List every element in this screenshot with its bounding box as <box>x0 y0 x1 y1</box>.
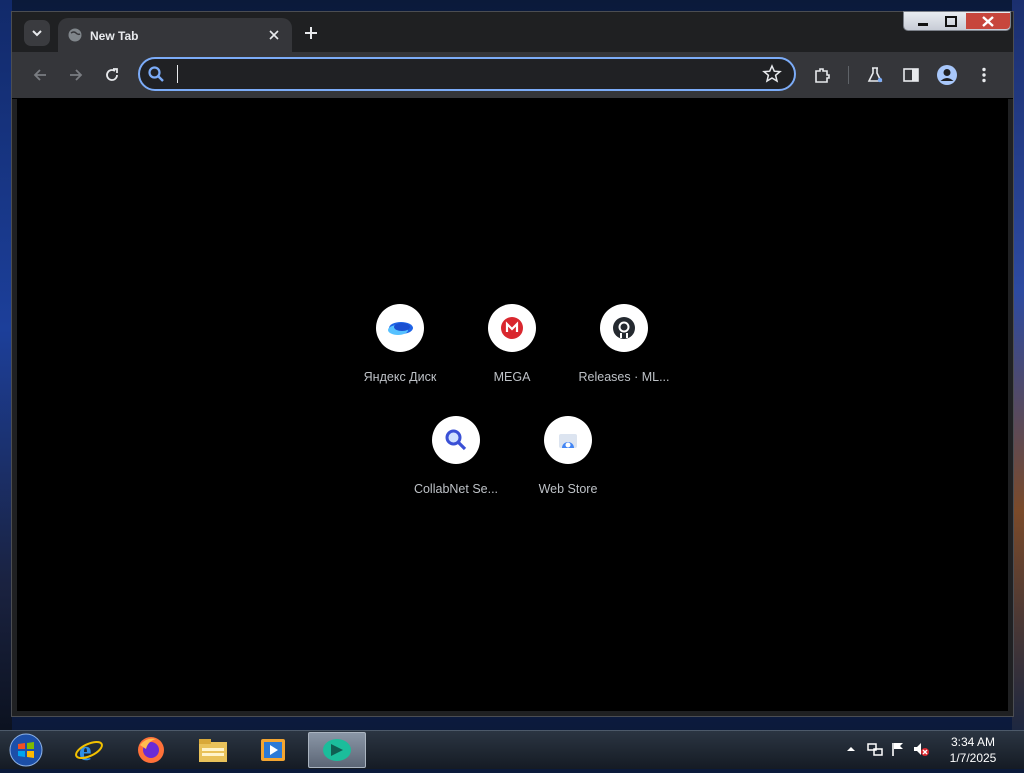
shortcut-icon-circle <box>544 416 592 464</box>
avatar-icon <box>937 65 957 85</box>
shortcut-tile[interactable]: CollabNet Se... <box>400 416 512 496</box>
show-hidden-icons-icon[interactable] <box>846 744 856 754</box>
arrow-right-icon <box>70 69 83 81</box>
globe-icon <box>68 28 82 42</box>
new-tab-page: Яндекс Диск MEGA Releases · ML... Collab… <box>17 99 1008 711</box>
minimize-icon <box>918 23 928 26</box>
side-panel-icon <box>903 68 919 82</box>
shortcut-icon-circle <box>376 304 424 352</box>
browser-toolbar <box>12 52 1013 99</box>
mega-icon <box>501 317 523 339</box>
shortcut-icon-circle <box>432 416 480 464</box>
maximize-icon <box>945 16 957 27</box>
taskbar-internet-explorer[interactable]: e <box>62 732 116 768</box>
svg-text:e: e <box>79 736 91 765</box>
address-input[interactable] <box>174 63 758 87</box>
shortcut-tile[interactable]: Яндекс Диск <box>344 304 456 384</box>
action-center-flag-icon[interactable] <box>890 741 906 757</box>
taskbar-file-explorer[interactable] <box>186 732 240 768</box>
reload-icon <box>106 68 118 81</box>
internet-explorer-icon: e <box>75 736 103 765</box>
maximize-button[interactable] <box>938 15 964 28</box>
taskbar-media-player[interactable] <box>246 732 300 768</box>
flask-icon <box>867 67 883 83</box>
puzzle-icon <box>815 68 830 83</box>
shortcut-icon-circle <box>600 304 648 352</box>
new-tab-button[interactable] <box>298 20 324 46</box>
toolbar-divider <box>848 66 849 84</box>
shortcut-label: Releases · ML... <box>578 370 670 384</box>
arrow-left-icon <box>33 69 46 81</box>
volume-muted-icon[interactable] <box>912 741 930 757</box>
magnifier-icon <box>445 429 467 451</box>
close-icon <box>982 16 994 27</box>
web-store-icon <box>559 434 577 448</box>
shortcut-tile[interactable]: MEGA <box>456 304 568 384</box>
shortcut-label: MEGA <box>493 370 531 384</box>
search-icon <box>148 66 164 82</box>
bookmark-star-icon[interactable] <box>762 64 782 84</box>
clock-time: 3:34 AM <box>950 735 996 749</box>
close-window-button[interactable] <box>966 13 1010 29</box>
forward-button[interactable] <box>64 63 88 87</box>
chevron-down-icon <box>32 30 42 37</box>
start-button[interactable] <box>6 732 46 768</box>
tab-strip: New Tab <box>12 11 1013 52</box>
shortcut-tile[interactable]: Releases · ML... <box>568 304 680 384</box>
clock-date: 1/7/2025 <box>949 751 997 765</box>
shortcut-label: CollabNet Se... <box>413 482 499 496</box>
close-tab-icon[interactable] <box>266 27 282 43</box>
clock[interactable]: 3:34 AM 1/7/2025 <box>940 734 1006 766</box>
extensions-button[interactable] <box>810 63 834 87</box>
address-bar[interactable] <box>138 57 796 91</box>
more-vert-icon <box>982 67 986 83</box>
tab-search-button[interactable] <box>24 20 50 46</box>
shortcut-label: Яндекс Диск <box>363 370 437 384</box>
network-icon[interactable] <box>866 741 884 757</box>
shortcut-label: Web Store <box>538 482 598 496</box>
shortcut-icon-circle <box>488 304 536 352</box>
tab-new-tab[interactable]: New Tab <box>58 18 292 52</box>
tab-title: New Tab <box>90 29 139 43</box>
firefox-icon <box>138 737 164 763</box>
yandex-disk-icon <box>388 322 413 335</box>
github-icon <box>613 317 635 339</box>
taskbar-active-app[interactable] <box>308 732 366 768</box>
windows-start-icon <box>9 733 43 767</box>
side-panel-button[interactable] <box>899 63 923 87</box>
shortcut-tile[interactable]: Web Store <box>512 416 624 496</box>
system-tray <box>846 739 930 759</box>
window-controls <box>903 11 1011 31</box>
media-player-icon <box>261 739 285 761</box>
reload-button[interactable] <box>100 63 124 87</box>
browser-window: New Tab Яндекс Диск MEGA Releases · ML..… <box>11 11 1014 717</box>
taskbar-firefox[interactable] <box>124 732 178 768</box>
taskbar: e 3:34 AM 1/7/2025 <box>0 730 1024 769</box>
back-button[interactable] <box>28 63 52 87</box>
plus-icon <box>305 27 317 39</box>
active-app-icon <box>323 739 351 761</box>
profile-button[interactable] <box>935 63 959 87</box>
menu-button[interactable] <box>972 63 996 87</box>
labs-button[interactable] <box>863 63 887 87</box>
file-explorer-icon <box>199 739 227 762</box>
minimize-button[interactable] <box>910 15 936 28</box>
